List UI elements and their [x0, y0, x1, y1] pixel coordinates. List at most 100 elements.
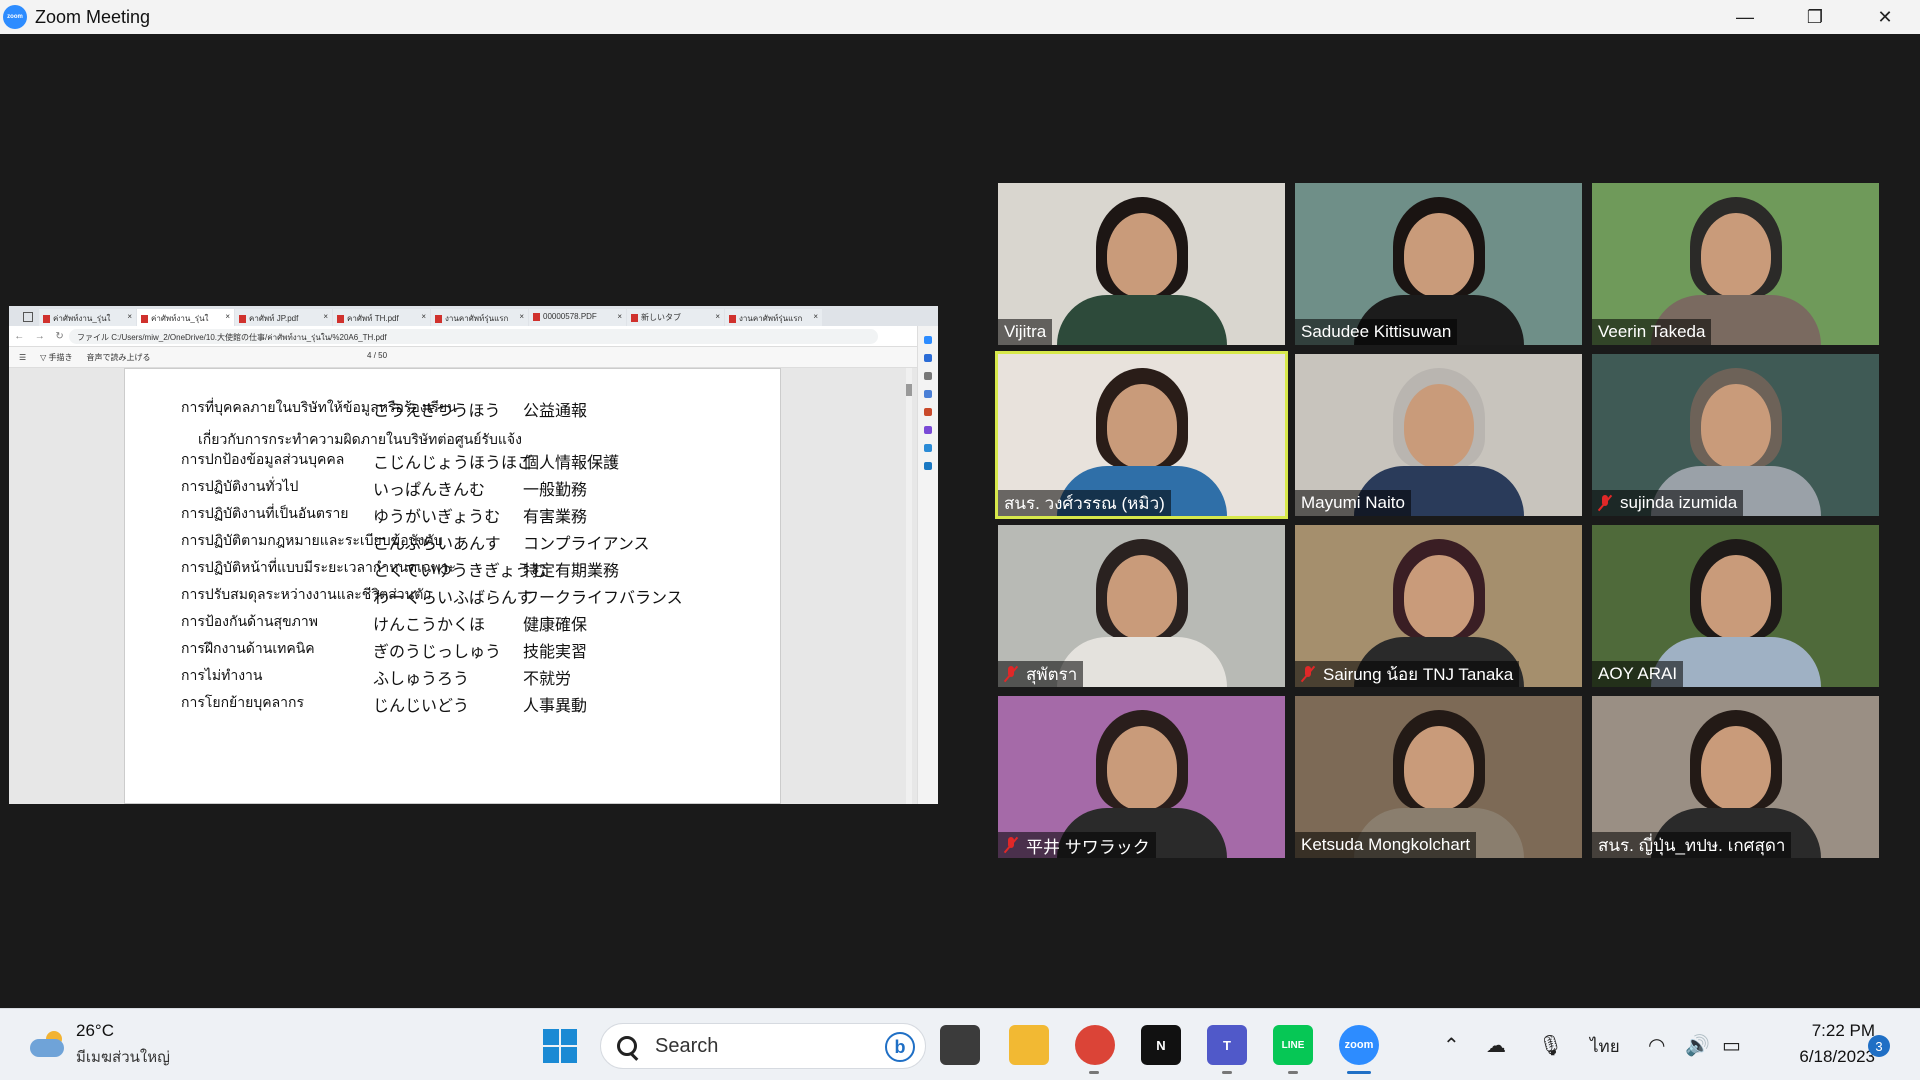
read-aloud-button[interactable]: 音声で読み上げる — [87, 352, 151, 363]
participant-name: sujinda izumida — [1592, 490, 1744, 516]
video-tile[interactable]: Ketsuda Mongkolchart — [1295, 696, 1582, 858]
netflix-icon[interactable]: N — [1141, 1025, 1181, 1065]
person-head — [1700, 384, 1771, 468]
sidebar-app-icon[interactable] — [924, 426, 932, 434]
list-icon[interactable]: ☰ — [19, 353, 26, 362]
close-button[interactable]: ✕ — [1850, 0, 1920, 34]
chrome-icon[interactable] — [1075, 1025, 1115, 1065]
sidebar-app-icon[interactable] — [924, 408, 932, 416]
browser-tab[interactable]: คาศัพท์ TH.pdf × — [333, 309, 430, 326]
browser-tab[interactable]: คาศัพท์ JP.pdf × — [235, 309, 332, 326]
browser-tab[interactable]: งานคาศัพท์รุ่นแรก × — [431, 309, 528, 326]
draw-tool[interactable]: ▽ 手描き — [40, 352, 72, 363]
search-icon — [617, 1036, 637, 1056]
sidebar-search-icon[interactable] — [924, 372, 932, 380]
person-head — [1403, 213, 1474, 297]
pdf-scrollbar[interactable] — [906, 368, 912, 804]
browser-tab[interactable]: 新しいタブ × — [627, 309, 724, 326]
sidebar-app-icon[interactable] — [924, 462, 932, 470]
tab-actions-icon[interactable] — [23, 312, 33, 322]
zoom-taskbar-icon[interactable]: zoom — [1339, 1025, 1379, 1065]
person-head — [1403, 726, 1474, 810]
browser-tab-active[interactable]: ค่าศัพท์งาน_รุ่นใ × — [137, 309, 234, 326]
taskbar-search[interactable]: Search b — [600, 1023, 926, 1069]
url-field[interactable]: ファイル C:/Users/miw_2/OneDrive/10.大使館の仕事/ค… — [69, 328, 878, 344]
copilot-icon[interactable] — [924, 336, 932, 344]
person-body — [1056, 295, 1227, 345]
video-tile[interactable]: สนร. ญี่ปุ่น_ทปษ. เกศสุดา — [1592, 696, 1879, 858]
person-head — [1106, 384, 1177, 468]
page-number-input[interactable]: 4 — [367, 351, 371, 360]
search-label: Search — [655, 1034, 719, 1057]
sidebar-app-icon[interactable] — [924, 444, 932, 452]
teams-icon[interactable]: T — [1207, 1025, 1247, 1065]
video-tile[interactable]: Vijitra — [998, 183, 1285, 345]
video-tile[interactable]: สุพัตรา — [998, 525, 1285, 687]
participant-name: AOY ARAI — [1592, 661, 1684, 687]
person-head — [1700, 213, 1771, 297]
shared-screen[interactable]: ค่าศัพท์งาน_รุ่นใ × ค่าศัพท์งาน_รุ่นใ × คา… — [9, 306, 938, 804]
notification-badge[interactable]: 3 — [1868, 1035, 1890, 1057]
participant-name: Vijitra — [998, 319, 1053, 345]
video-tile[interactable]: Veerin Takeda — [1592, 183, 1879, 345]
video-tile[interactable]: Mayumi Naito — [1295, 354, 1582, 516]
start-button[interactable] — [543, 1029, 577, 1063]
weather-condition[interactable]: มีเมฆส่วนใหญ่ — [76, 1045, 170, 1069]
vocab-row: การปฏิบัติตามกฎหมายและระเบียบข้อบังคับ こん… — [181, 532, 650, 553]
window-controls: — ❐ ✕ — [1710, 0, 1920, 34]
vocab-row: การปรับสมดุลระหว่างงานและชีวิตส่วนตัว わーく… — [181, 586, 683, 607]
meeting-area: ค่าศัพท์งาน_รุ่นใ × ค่าศัพท์งาน_รุ่นใ × คา… — [0, 34, 1920, 1008]
participant-name: สนร. ญี่ปุ่น_ทปษ. เกศสุดา — [1592, 832, 1792, 858]
video-tile[interactable]: Sadudee Kittisuwan — [1295, 183, 1582, 345]
speaker-icon[interactable]: 🔊 — [1685, 1033, 1710, 1058]
weather-icon[interactable] — [28, 1029, 68, 1059]
line-icon[interactable]: LINE — [1273, 1025, 1313, 1065]
back-icon[interactable]: ← — [14, 331, 24, 342]
person-head — [1106, 726, 1177, 810]
app-running-indicator — [1288, 1071, 1298, 1074]
browser-tab[interactable]: งานคาศัพท์รุ่นแรก × — [725, 309, 822, 326]
participant-name: Sairung น้อย TNJ Tanaka — [1295, 661, 1520, 687]
video-tile[interactable]: sujinda izumida — [1592, 354, 1879, 516]
video-tile[interactable]: 平井 サワラック — [998, 696, 1285, 858]
clock-time[interactable]: 7:22 PM — [1775, 1021, 1875, 1041]
restore-button[interactable]: ❐ — [1780, 0, 1850, 34]
vocab-row: การโยกย้ายบุคลากร じんじいどう 人事異動 — [181, 694, 588, 715]
vocab-row: การปฏิบัติงานที่เป็นอันตราย ゆうがいぎょうむ 有害業務 — [181, 505, 588, 526]
page-indicator: 4 / 50 — [367, 351, 387, 360]
clock-date[interactable]: 6/18/2023 — [1775, 1047, 1875, 1067]
video-tile-active-speaker[interactable]: สนร. วงศ์วรรณ (หมิว) — [998, 354, 1285, 516]
forward-icon[interactable]: → — [35, 331, 45, 342]
participant-name: 平井 サワラック — [998, 832, 1156, 858]
chevron-up-icon[interactable]: ⌃ — [1443, 1033, 1460, 1058]
file-explorer-icon[interactable] — [1009, 1025, 1049, 1065]
bing-icon[interactable]: b — [885, 1032, 915, 1062]
sidebar-app-icon[interactable] — [924, 390, 932, 398]
browser-tab[interactable]: 00000578.PDF × — [529, 309, 626, 326]
browser-tab[interactable]: ค่าศัพท์งาน_รุ่นใ × — [39, 309, 136, 326]
battery-icon[interactable]: ▭ — [1722, 1033, 1741, 1058]
wifi-icon[interactable]: ◠ — [1648, 1033, 1665, 1058]
browser-nav-buttons: ← → ↻ — [9, 331, 69, 342]
app-running-indicator — [1222, 1071, 1232, 1074]
participant-name: Sadudee Kittisuwan — [1295, 319, 1458, 345]
muted-mic-icon — [1301, 665, 1315, 683]
refresh-icon[interactable]: ↻ — [55, 331, 63, 342]
person-head — [1403, 384, 1474, 468]
minimize-button[interactable]: — — [1710, 0, 1780, 34]
zoom-app-icon: zoom — [3, 5, 27, 29]
task-view-icon[interactable] — [940, 1025, 980, 1065]
title-bar: zoom Zoom Meeting — ❐ ✕ — [0, 0, 1920, 34]
vocab-row: การปกป้องข้อมูลส่วนบุคคล こじんじょうほうほご 個人情報保護 — [181, 451, 620, 472]
video-tile[interactable]: AOY ARAI — [1592, 525, 1879, 687]
person-head — [1106, 555, 1177, 639]
onedrive-icon[interactable]: ☁ — [1486, 1033, 1506, 1058]
pdf-viewer: การที่บุคคลภายในบริษัทให้ข้อมูลหรือร้องเ… — [9, 368, 917, 804]
video-tile[interactable]: Sairung น้อย TNJ Tanaka — [1295, 525, 1582, 687]
sidebar-app-icon[interactable] — [924, 354, 932, 362]
language-indicator[interactable]: ไทย — [1590, 1033, 1620, 1060]
microphone-icon[interactable]: 🎙 — [1538, 1033, 1563, 1058]
vocab-row-continuation: เกี่ยวกับการกระทำความผิดภายในบริษัทต่อศู… — [198, 431, 522, 447]
weather-temperature[interactable]: 26°C — [76, 1021, 114, 1041]
browser-tab-strip: ค่าศัพท์งาน_รุ่นใ × ค่าศัพท์งาน_รุ่นใ × คา… — [9, 306, 938, 326]
